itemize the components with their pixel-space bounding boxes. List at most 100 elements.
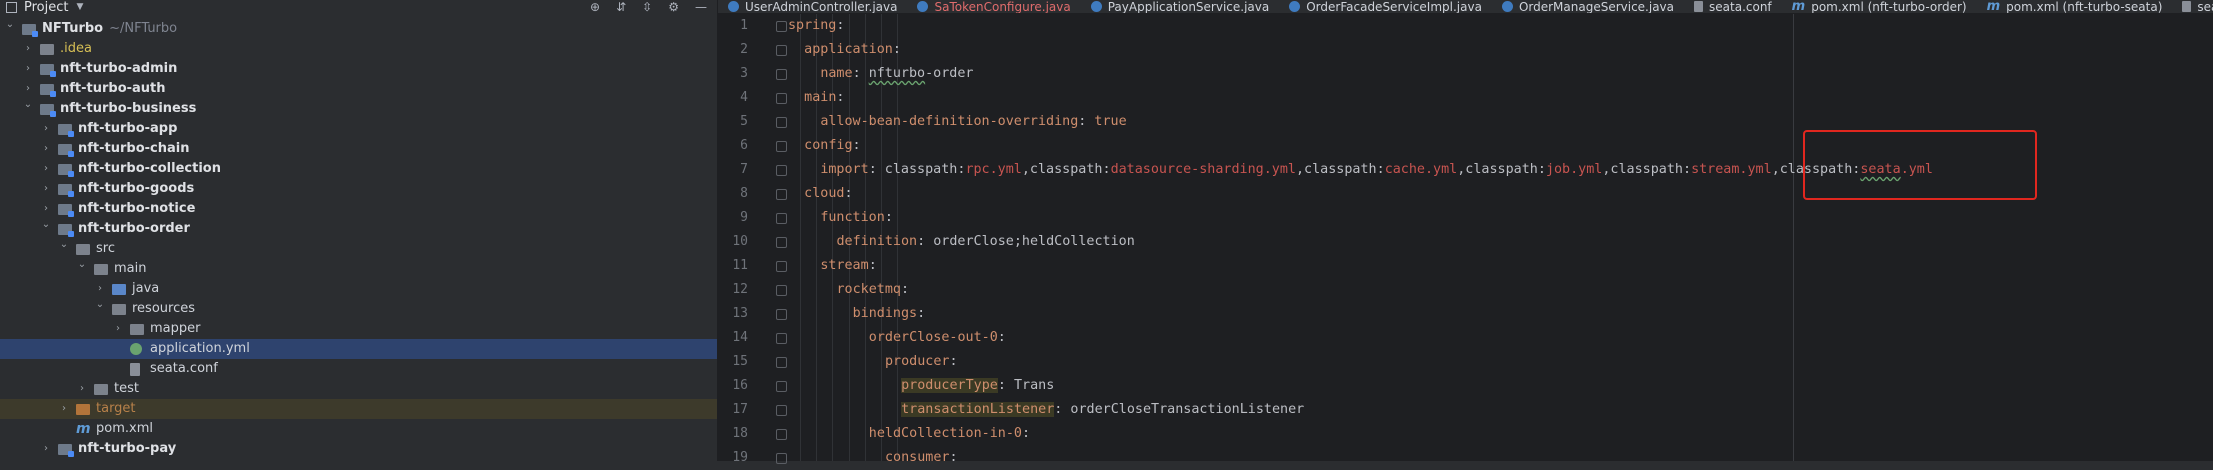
code-line[interactable]: orderClose-out-0: (869, 326, 1006, 350)
tree-item-main[interactable]: ⌄ main (0, 259, 717, 279)
tree-item-nft-turbo-business[interactable]: ⌄ nft-turbo-business (0, 99, 717, 119)
fold-marker-icon[interactable] (776, 261, 787, 272)
editor-tab[interactable]: UserAdminController.java (718, 0, 907, 13)
code-line[interactable]: spring: (788, 14, 844, 38)
editor-tab[interactable]: OrderFacadeServiceImpl.java (1279, 0, 1492, 13)
tree-item--idea[interactable]: › .idea (0, 39, 717, 59)
editor-tab[interactable]: seata.conf (1684, 0, 1782, 13)
code-token: config (804, 138, 853, 153)
tree-item-src[interactable]: ⌄ src (0, 239, 717, 259)
tree-item-application-yml[interactable]: application.yml (0, 339, 717, 359)
chevron-right-icon[interactable]: › (40, 439, 52, 459)
chevron-down-icon[interactable]: ⌄ (4, 15, 16, 35)
code-line[interactable]: function: (820, 206, 893, 230)
editor-tab[interactable]: m pom.xml (nft-turbo-order) (1782, 0, 1977, 13)
chevron-right-icon[interactable]: › (112, 319, 124, 339)
tree-item-nft-turbo-auth[interactable]: › nft-turbo-auth (0, 79, 717, 99)
file-icon (1694, 1, 1704, 12)
code-line[interactable]: main: (804, 86, 844, 110)
tree-item-nft-turbo-collection[interactable]: › nft-turbo-collection (0, 159, 717, 179)
tree-item-nft-turbo-pay[interactable]: › nft-turbo-pay (0, 439, 717, 459)
locate-icon[interactable]: ⊕ (590, 0, 600, 14)
fold-marker-icon[interactable] (776, 381, 787, 392)
fold-marker-icon[interactable] (776, 189, 787, 200)
tree-item-target[interactable]: › target (0, 399, 717, 419)
tree-item-mapper[interactable]: › mapper (0, 319, 717, 339)
tree-item-nft-turbo-notice[interactable]: › nft-turbo-notice (0, 199, 717, 219)
fold-marker-icon[interactable] (776, 93, 787, 104)
chevron-down-icon[interactable]: ▼ (76, 2, 83, 12)
code-line[interactable]: cloud: (804, 182, 852, 206)
code-line[interactable]: definition: orderClose;heldCollection (836, 230, 1134, 254)
chevron-right-icon[interactable]: › (40, 159, 52, 179)
chevron-right-icon[interactable]: › (40, 139, 52, 159)
tree-item-label: target (96, 401, 136, 416)
tree-item-java[interactable]: › java (0, 279, 717, 299)
fold-marker-icon[interactable] (776, 21, 787, 32)
chevron-right-icon[interactable]: › (22, 39, 34, 59)
chevron-right-icon[interactable]: › (58, 399, 70, 419)
fold-marker-icon[interactable] (776, 285, 787, 296)
project-view-icon[interactable] (6, 1, 17, 13)
chevron-down-icon[interactable]: ⌄ (22, 95, 34, 115)
chevron-right-icon[interactable]: › (22, 59, 34, 79)
code-line[interactable]: stream: (820, 254, 876, 278)
code-line[interactable]: producer: (885, 350, 958, 374)
fold-marker-icon[interactable] (776, 165, 787, 176)
chevron-down-icon[interactable]: ⌄ (40, 215, 52, 235)
tree-item-test[interactable]: › test (0, 379, 717, 399)
java-class-icon (1501, 1, 1513, 12)
fold-marker-icon[interactable] (776, 69, 787, 80)
minimize-icon[interactable]: — (695, 0, 707, 14)
fold-marker-icon[interactable] (776, 237, 787, 248)
fold-marker-icon[interactable] (776, 453, 787, 464)
code-token: : (1078, 114, 1095, 129)
fold-marker-icon[interactable] (776, 213, 787, 224)
editor-tab[interactable]: m pom.xml (nft-turbo-seata) (1977, 0, 2173, 13)
code-line[interactable]: config: (804, 134, 860, 158)
chevron-right-icon[interactable]: › (76, 379, 88, 399)
tree-item-nft-turbo-order[interactable]: ⌄ nft-turbo-order (0, 219, 717, 239)
gear-icon[interactable]: ⚙ (668, 0, 679, 14)
chevron-right-icon[interactable]: › (40, 119, 52, 139)
code-line[interactable]: bindings: (853, 302, 926, 326)
chevron-down-icon[interactable]: ⌄ (58, 235, 70, 255)
code-line[interactable]: producerType: Trans (901, 374, 1054, 398)
code-line[interactable]: application: (804, 38, 901, 62)
tree-item-nft-turbo-chain[interactable]: › nft-turbo-chain (0, 139, 717, 159)
chevron-down-icon[interactable]: ⌄ (76, 255, 88, 275)
tree-item-pom-xml[interactable]: m pom.xml (0, 419, 717, 439)
tree-item-nfturbo[interactable]: ⌄ NFTurbo ~/NFTurbo (0, 19, 717, 39)
code-line[interactable]: import: classpath:rpc.yml,classpath:data… (820, 158, 1933, 182)
collapse-all-icon[interactable]: ⇳ (642, 0, 652, 14)
code-editor[interactable]: 1 spring: 2 application: 3 name: nfturbo-orde… (718, 14, 2213, 465)
fold-marker-icon[interactable] (776, 357, 787, 368)
editor-tab[interactable]: SaTokenConfigure.java (907, 0, 1080, 13)
tree-item-seata-conf[interactable]: seata.conf (0, 359, 717, 379)
fold-marker-icon[interactable] (776, 117, 787, 128)
code-line[interactable]: heldCollection-in-0: (869, 422, 1030, 446)
expand-all-icon[interactable]: ⇵ (616, 0, 626, 14)
code-line[interactable]: allow-bean-definition-overriding: true (820, 110, 1126, 134)
editor-tab[interactable]: seata.ym (2172, 0, 2213, 13)
fold-marker-icon[interactable] (776, 141, 787, 152)
tree-item-resources[interactable]: ⌄ resources (0, 299, 717, 319)
fold-marker-icon[interactable] (776, 333, 787, 344)
tree-item-nft-turbo-app[interactable]: › nft-turbo-app (0, 119, 717, 139)
chevron-down-icon[interactable]: ⌄ (94, 295, 106, 315)
project-panel-title[interactable]: Project (24, 0, 68, 15)
code-line[interactable]: rocketmq: (836, 278, 909, 302)
tree-item-nft-turbo-goods[interactable]: › nft-turbo-goods (0, 179, 717, 199)
fold-marker-icon[interactable] (776, 45, 787, 56)
code-line[interactable]: consumer: (885, 446, 958, 470)
code-line[interactable]: transactionListener: orderCloseTransacti… (901, 398, 1304, 422)
fold-marker-icon[interactable] (776, 405, 787, 416)
tree-item-nft-turbo-admin[interactable]: › nft-turbo-admin (0, 59, 717, 79)
chevron-right-icon[interactable]: › (40, 179, 52, 199)
editor-tab[interactable]: PayApplicationService.java (1081, 0, 1280, 13)
fold-marker-icon[interactable] (776, 309, 787, 320)
editor-tab[interactable]: OrderManageService.java (1492, 0, 1684, 13)
line-number: 3 (740, 66, 748, 81)
code-line[interactable]: name: nfturbo-order (820, 62, 973, 86)
fold-marker-icon[interactable] (776, 429, 787, 440)
